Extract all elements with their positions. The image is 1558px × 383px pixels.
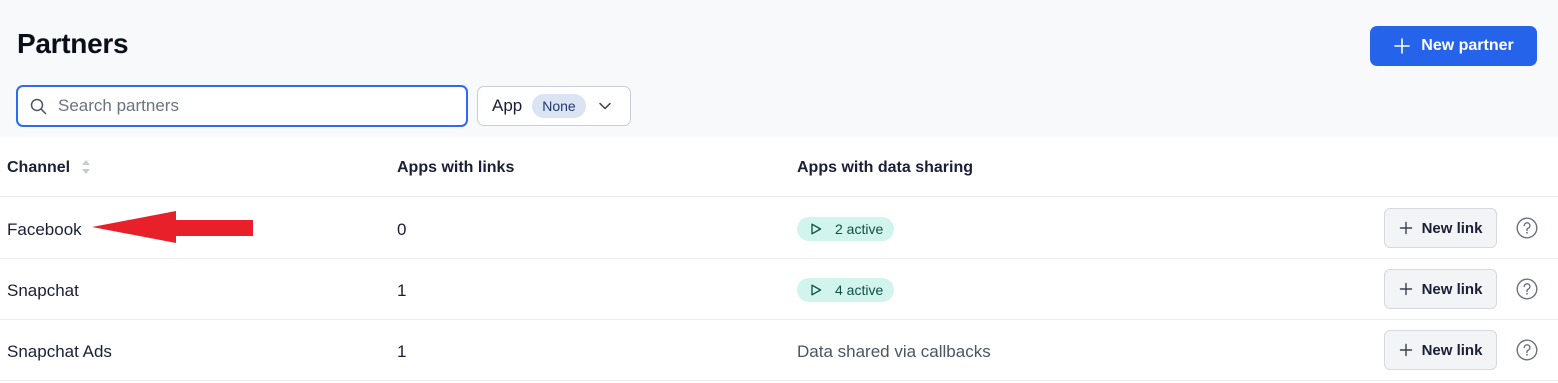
data-sharing-text: Data shared via callbacks bbox=[797, 342, 991, 361]
new-link-button[interactable]: New link bbox=[1384, 208, 1497, 248]
plus-icon bbox=[1394, 38, 1411, 54]
app-filter-value: None bbox=[532, 94, 586, 118]
apps-with-links-count: 1 bbox=[397, 281, 407, 300]
search-input[interactable] bbox=[58, 96, 438, 116]
help-icon[interactable] bbox=[1516, 339, 1538, 361]
table-header: Channel Apps with links Apps with data s… bbox=[0, 137, 1558, 197]
sort-icon[interactable] bbox=[80, 156, 92, 178]
play-icon bbox=[811, 223, 822, 235]
new-link-button[interactable]: New link bbox=[1384, 269, 1497, 309]
app-filter-label: App bbox=[492, 96, 523, 115]
apps-with-links-count: 1 bbox=[397, 342, 407, 361]
channel-name[interactable]: Snapchat bbox=[7, 281, 79, 301]
page-title: Partners bbox=[17, 28, 129, 59]
chevron-down-icon bbox=[598, 102, 611, 110]
table-row[interactable]: Snapchat 1 4 active New link bbox=[0, 259, 1558, 320]
status-badge: 2 active bbox=[797, 217, 895, 241]
annotation-arrow bbox=[92, 211, 253, 243]
plus-icon bbox=[1399, 282, 1412, 296]
help-icon[interactable] bbox=[1516, 217, 1538, 239]
channel-name[interactable]: Snapchat Ads bbox=[7, 342, 112, 362]
new-link-button[interactable]: New link bbox=[1384, 330, 1497, 370]
plus-icon bbox=[1399, 221, 1412, 235]
partners-table: Channel Apps with links Apps with data s… bbox=[0, 137, 1558, 383]
new-link-label: New link bbox=[1421, 219, 1483, 237]
apps-with-links-count: 0 bbox=[397, 220, 407, 239]
column-header-apps-with-data-sharing: Apps with data sharing bbox=[797, 159, 974, 176]
new-link-label: New link bbox=[1421, 280, 1483, 298]
status-badge: 4 active bbox=[797, 278, 895, 302]
new-link-label: New link bbox=[1421, 341, 1483, 359]
status-badge-label: 4 active bbox=[835, 282, 884, 298]
column-header-channel[interactable]: Channel bbox=[7, 159, 70, 177]
help-icon[interactable] bbox=[1516, 278, 1538, 300]
search-field[interactable] bbox=[16, 85, 468, 127]
new-partner-label: New partner bbox=[1421, 37, 1514, 54]
channel-name[interactable]: Facebook bbox=[7, 220, 82, 240]
column-header-apps-with-links: Apps with links bbox=[397, 159, 515, 176]
search-icon bbox=[30, 98, 47, 114]
table-row[interactable]: Snapchat Ads 1 Data shared via callbacks… bbox=[0, 320, 1558, 381]
plus-icon bbox=[1399, 343, 1412, 357]
app-filter-dropdown[interactable]: App None bbox=[477, 86, 631, 126]
new-partner-button[interactable]: New partner bbox=[1370, 26, 1537, 66]
play-icon bbox=[811, 284, 822, 296]
status-badge-label: 2 active bbox=[835, 221, 884, 237]
